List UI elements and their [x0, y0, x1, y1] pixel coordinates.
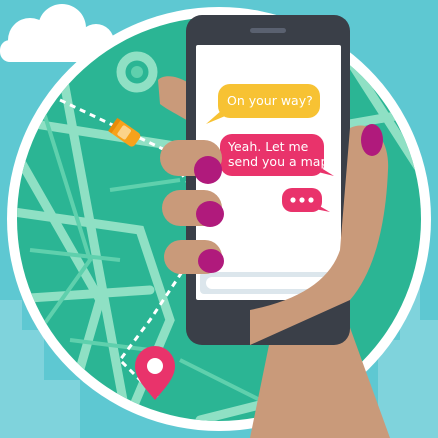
message-text-incoming: On your way? — [227, 93, 313, 108]
illustration: On your way? Yeah. Let me send you a map — [0, 0, 438, 438]
nail-right — [361, 124, 383, 156]
scene-svg — [0, 4, 438, 438]
message-text-outgoing-line-2: send you a map — [228, 154, 329, 169]
message-text-outgoing-line-1: Yeah. Let me — [228, 139, 309, 154]
